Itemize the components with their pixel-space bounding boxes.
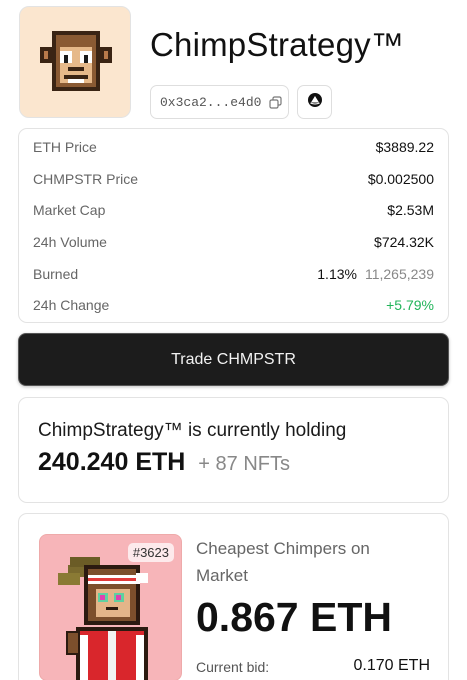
nft-id-badge: #3623 [127, 543, 174, 562]
page-title: ChimpStrategy™ [150, 26, 405, 63]
current-bid-value: 0.170 ETH [353, 657, 430, 674]
stat-label: Market Cap [33, 202, 106, 219]
external-link-button[interactable] [297, 85, 332, 119]
link-icon [307, 92, 323, 113]
stat-value: $0.002500 [367, 170, 434, 187]
cheapest-market-card: #3623 Cheapest Chimpers on Market 0.867 … [18, 513, 449, 680]
holding-nft-count: + 87 NFTs [198, 453, 290, 475]
stat-row-burned: Burned 1.13% 11,265,239 [33, 258, 434, 290]
nft-image[interactable]: #3623 [39, 534, 182, 680]
stat-label: Burned [33, 265, 79, 282]
stat-label: ETH Price [33, 138, 97, 155]
stat-value-change: +5.79% [386, 297, 434, 314]
stat-row-chmpstr-price: CHMPSTR Price $0.002500 [33, 163, 434, 195]
stat-row-24h-change: 24h Change +5.79% [33, 289, 434, 321]
stat-value: $724.32K [374, 233, 434, 250]
stat-row-24h-volume: 24h Volume $724.32K [33, 226, 434, 258]
stats-card: ETH Price $3889.22 CHMPSTR Price $0.0025… [18, 128, 449, 323]
stat-row-market-cap: Market Cap $2.53M [33, 194, 434, 226]
contract-address-button[interactable]: 0x3ca2...e4d0 [150, 85, 289, 119]
stat-value-burned: 1.13% 11,265,239 [317, 266, 434, 282]
stat-value: $3889.22 [375, 138, 434, 155]
chimp-logo [40, 31, 112, 91]
holding-description: ChimpStrategy™ is currently holding [38, 420, 347, 441]
contract-address: 0x3ca2...e4d0 [160, 94, 262, 110]
current-bid-label: Current bid: [196, 659, 270, 675]
trade-button[interactable]: Trade CHMPSTR [18, 333, 449, 386]
stat-label: 24h Volume [33, 233, 107, 250]
stat-label: CHMPSTR Price [33, 170, 139, 187]
chimp-logo-avatar [19, 6, 131, 118]
holdings-card: ChimpStrategy™ is currently holding 240.… [18, 397, 449, 503]
market-heading: Cheapest Chimpers on Market [196, 539, 370, 585]
stat-label: 24h Change [33, 297, 110, 314]
holding-amount-row: 240.240 ETH + 87 NFTs [38, 448, 448, 477]
copy-icon[interactable] [269, 95, 283, 109]
burned-amount: 11,265,239 [364, 265, 434, 282]
floor-price: 0.867 ETH [196, 594, 392, 640]
holding-eth-amount: 240.240 ETH [38, 448, 186, 476]
burned-percent: 1.13% [317, 265, 357, 282]
stat-value: $2.53M [387, 202, 434, 219]
stat-row-eth-price: ETH Price $3889.22 [33, 131, 434, 163]
